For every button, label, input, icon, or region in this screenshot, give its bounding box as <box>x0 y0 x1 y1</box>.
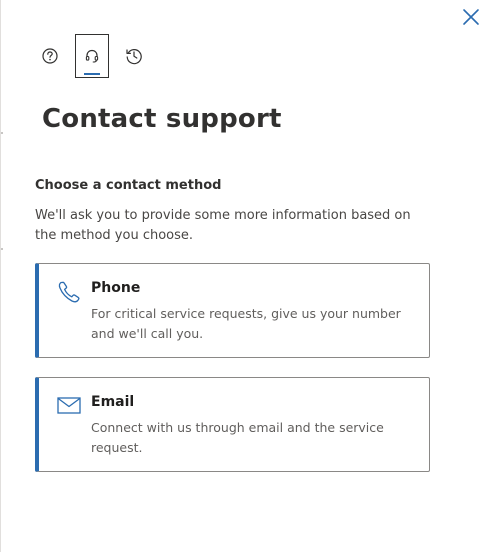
mail-icon <box>57 397 81 414</box>
contact-method-description: Connect with us through email and the se… <box>91 420 384 455</box>
tab-help[interactable] <box>33 34 67 78</box>
headset-icon <box>85 49 99 63</box>
edge-divider <box>1 132 3 134</box>
contact-method-title: Phone <box>91 280 141 296</box>
help-icon <box>42 48 58 64</box>
phone-icon <box>58 281 80 303</box>
tab-history[interactable] <box>117 34 151 78</box>
page-title: Contact support <box>42 104 282 134</box>
contact-method-phone[interactable]: Phone For critical service requests, giv… <box>35 263 430 358</box>
edge-divider <box>1 248 3 250</box>
section-description: We'll ask you to provide some more infor… <box>35 208 411 243</box>
contact-method-email[interactable]: Email Connect with us through email and … <box>35 377 430 472</box>
close-icon <box>463 9 479 25</box>
contact-method-title: Email <box>91 394 135 410</box>
tab-contact-support[interactable] <box>75 34 109 78</box>
support-tabs <box>33 34 151 80</box>
history-icon <box>126 49 142 65</box>
contact-support-panel: Contact support Choose a contact method … <box>0 0 486 552</box>
close-button[interactable] <box>460 6 482 28</box>
contact-method-description: For critical service requests, give us y… <box>91 306 401 341</box>
section-heading: Choose a contact method <box>35 178 222 193</box>
